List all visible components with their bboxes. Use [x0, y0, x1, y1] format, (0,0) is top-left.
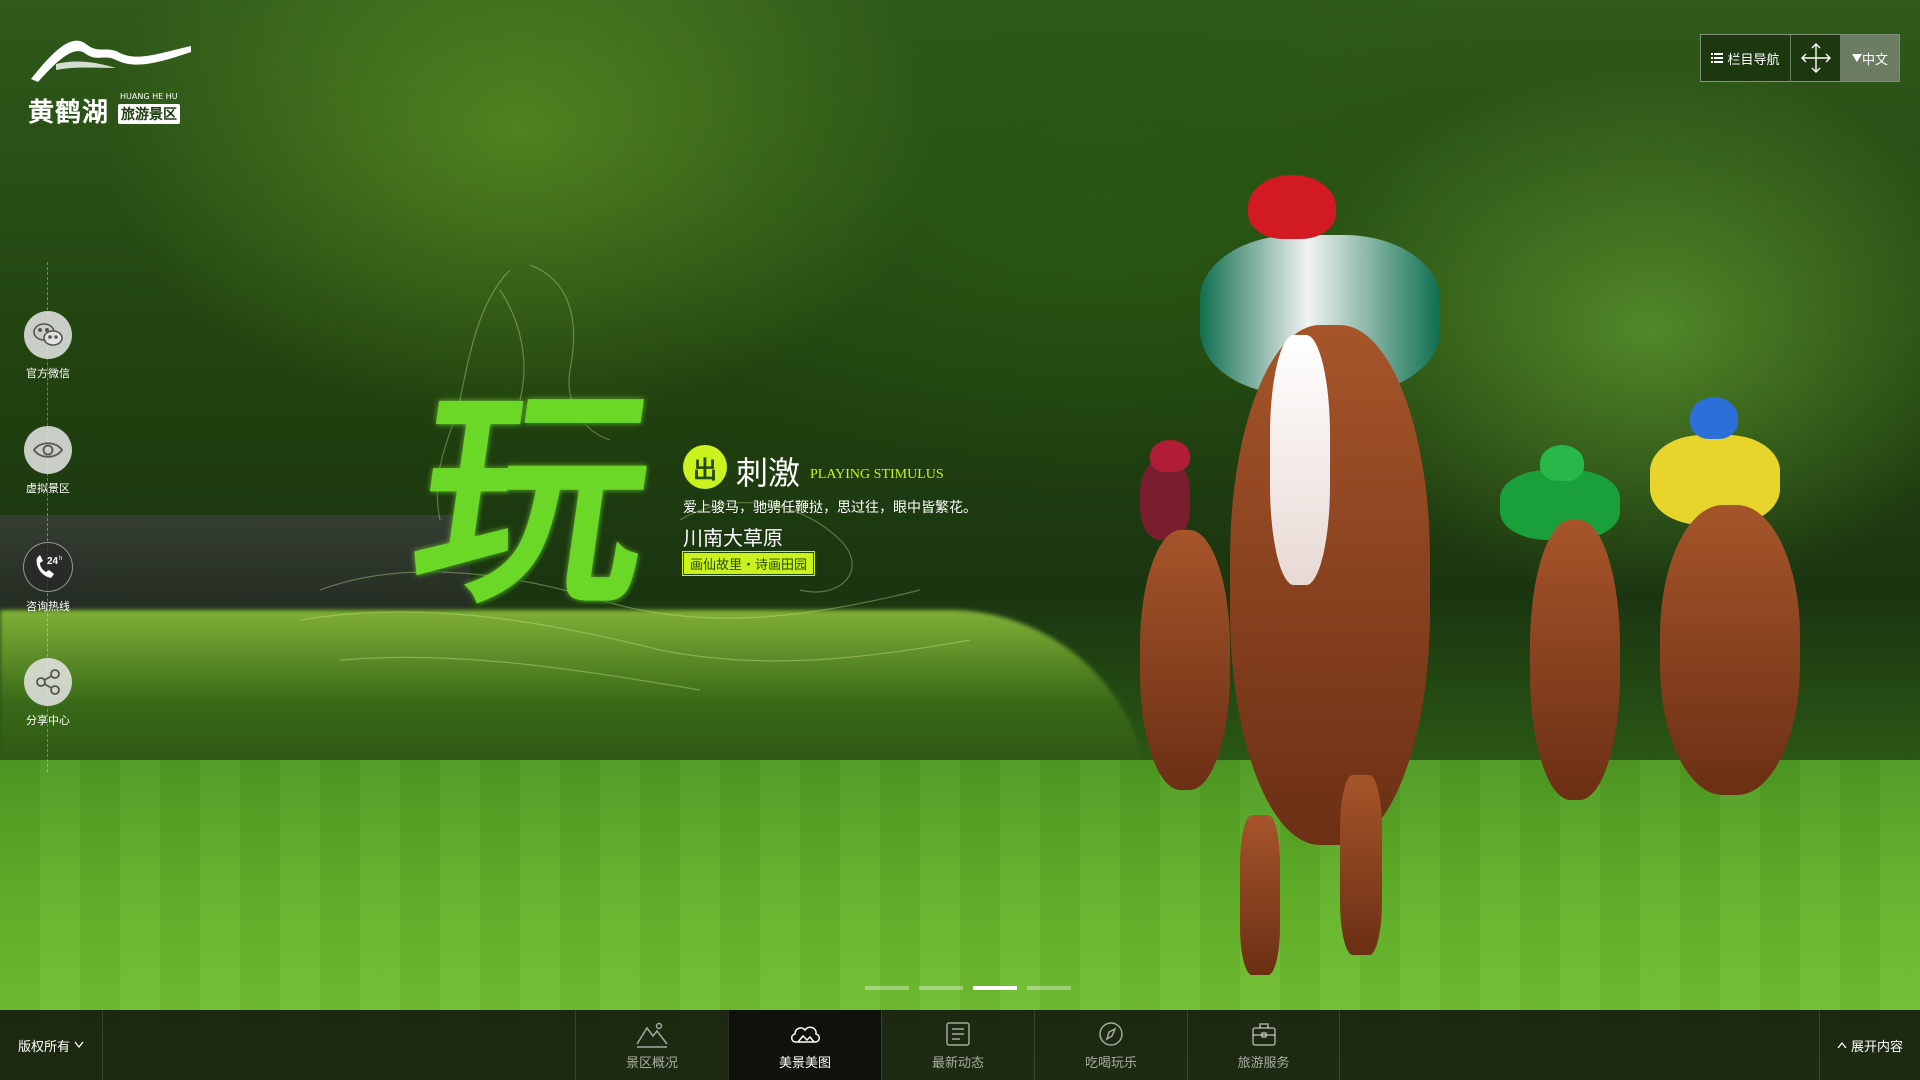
tab-label: 美景美图 [778, 1055, 831, 1071]
slogan-place: 川南大草原 [683, 526, 783, 550]
sidebar-item-label: 分享中心 [26, 714, 70, 727]
svg-text:h: h [59, 556, 62, 562]
tab-services[interactable]: 旅游服务 [1187, 1010, 1340, 1080]
share-icon [36, 669, 60, 695]
fullscreen-button[interactable] [1791, 35, 1841, 81]
chevron-up-icon [1837, 1041, 1847, 1049]
background-horse-rider-main [1190, 175, 1480, 1005]
background-horse-rider [1490, 440, 1640, 840]
fullscreen-icon [1800, 43, 1831, 73]
sidebar-item-label: 虚拟景区 [26, 482, 70, 495]
wechat-icon [33, 323, 63, 346]
language-select[interactable]: 中文 [1841, 35, 1899, 81]
slogan-big-character: 玩 [399, 365, 667, 635]
top-navigation: 栏目导航 中文 [1700, 34, 1900, 82]
tab-label: 最新动态 [931, 1055, 984, 1071]
tab-label: 吃喝玩乐 [1084, 1055, 1137, 1071]
sidebar-item-hotline[interactable]: 24 h 咨询热线 [18, 542, 78, 614]
expand-label: 展开内容 [1850, 1039, 1903, 1055]
suitcase-icon [1251, 1022, 1276, 1046]
slogan-headline-en: PLAYING STIMULUS [810, 467, 944, 482]
tab-gallery[interactable]: 美景美图 [728, 1010, 881, 1080]
expand-content-button[interactable]: 展开内容 [1819, 1010, 1920, 1080]
sidebar-item-label: 咨询热线 [26, 600, 70, 613]
sidebar-item-label: 官方微信 [26, 367, 70, 380]
sidebar-item-virtual-tour[interactable]: 虚拟景区 [18, 426, 78, 496]
carousel-indicators [865, 986, 1071, 990]
tab-food-fun[interactable]: 吃喝玩乐 [1034, 1010, 1187, 1080]
slogan-place-tag: 画仙故里・诗画田园 [681, 551, 816, 576]
caret-down-icon [1851, 54, 1862, 62]
copyright-button[interactable]: 版权所有 [0, 1010, 103, 1080]
carousel-dot[interactable] [865, 986, 909, 990]
copyright-label: 版权所有 [17, 1039, 70, 1055]
tab-news[interactable]: 最新动态 [881, 1010, 1034, 1080]
column-nav-label: 栏目导航 [1727, 52, 1780, 68]
carousel-dot[interactable] [1027, 986, 1071, 990]
hotline-24h-icon: 24 h [36, 555, 62, 578]
list-icon [1711, 53, 1724, 63]
sidebar-item-share[interactable]: 分享中心 [18, 658, 78, 728]
sidebar-item-wechat[interactable]: 官方微信 [18, 311, 78, 381]
slogan-headline: 刺激 [736, 454, 801, 492]
carousel-dot[interactable] [919, 986, 963, 990]
compass-icon [1099, 1021, 1123, 1046]
tab-label: 景区概况 [625, 1055, 678, 1071]
logo-subtitle: 旅游景区 [118, 104, 180, 124]
tab-label: 旅游服务 [1237, 1055, 1290, 1071]
bottom-bar: 版权所有 景区概况 美景美图 最新动态 吃喝玩乐 旅游服务 展开内容 [0, 1010, 1920, 1080]
news-icon [946, 1021, 970, 1046]
slogan-tagline: 爱上骏马，驰骋任鞭挞，思过往，眼中皆繁花。 [683, 500, 977, 516]
tab-overview[interactable]: 景区概况 [575, 1010, 728, 1080]
mountain-logo-icon [31, 40, 191, 82]
site-logo[interactable]: 黄鹤湖 HUANG HE HU 旅游景区 [26, 24, 196, 128]
cloud-icon [791, 1025, 820, 1043]
bottom-tabs: 景区概况 美景美图 最新动态 吃喝玩乐 旅游服务 [575, 1010, 1340, 1080]
svg-text:24: 24 [47, 556, 59, 567]
chevron-down-icon [74, 1041, 84, 1049]
mountain-icon [636, 1022, 668, 1048]
logo-name-en: HUANG HE HU [120, 92, 178, 101]
eye-icon [32, 442, 64, 458]
column-nav-button[interactable]: 栏目导航 [1701, 35, 1791, 81]
logo-name: 黄鹤湖 [28, 98, 110, 128]
slogan-badge: 出 [683, 445, 727, 489]
language-label: 中文 [1861, 52, 1888, 68]
background-horse-rider [1640, 395, 1830, 835]
carousel-dot-active[interactable] [973, 986, 1017, 990]
